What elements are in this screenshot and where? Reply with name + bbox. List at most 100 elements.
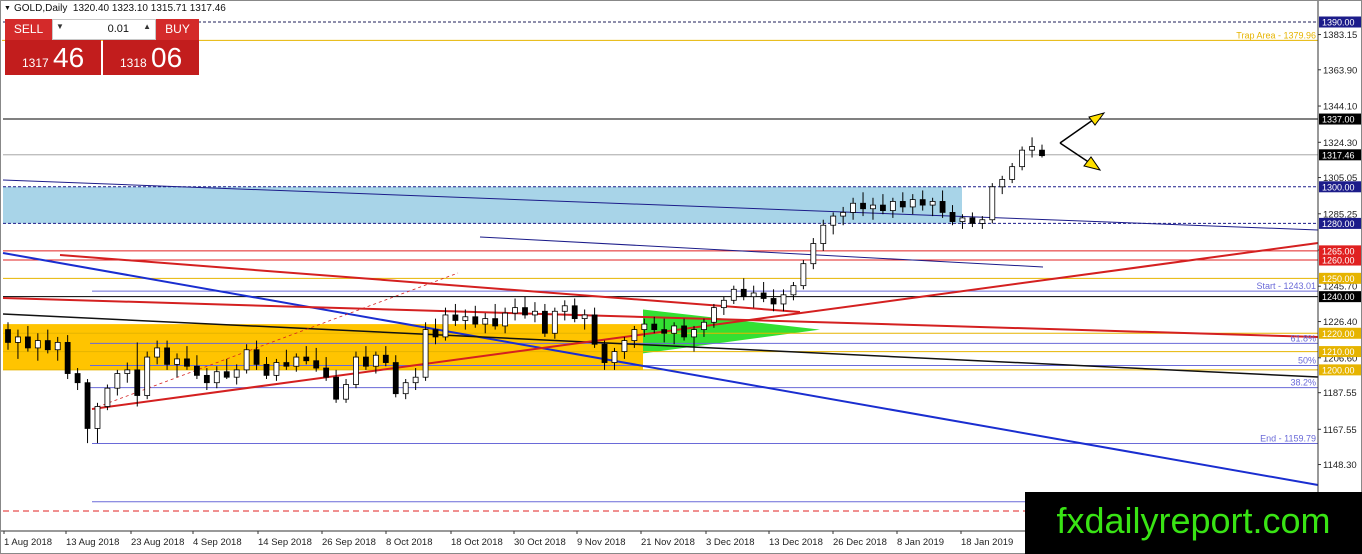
candle-body: [164, 347, 170, 365]
candle-body: [363, 356, 369, 367]
annotation-label: 50%: [1298, 355, 1316, 365]
candle-body: [273, 362, 280, 376]
candle-body: [1039, 149, 1045, 157]
candle-body: [532, 310, 538, 316]
candle-body: [134, 369, 141, 396]
candle-body: [800, 263, 807, 287]
candle-body: [233, 369, 240, 378]
candle-body: [124, 369, 131, 374]
candle-body: [402, 382, 409, 395]
candle-body: [44, 340, 51, 351]
candle-body: [94, 406, 101, 429]
candle-body: [1029, 146, 1035, 151]
candle-body: [591, 314, 598, 345]
candle-body: [323, 367, 330, 378]
candle-body: [720, 299, 727, 309]
candle-body: [372, 354, 379, 367]
candle-body: [929, 201, 936, 206]
candle-body: [253, 349, 260, 365]
candle-body: [452, 314, 459, 321]
candle-body: [909, 199, 916, 208]
candle-body: [1019, 149, 1026, 168]
arrow-up-small-icon[interactable]: ▲: [143, 22, 151, 31]
candle-body: [621, 340, 628, 352]
chart-canvas[interactable]: 1383.151363.901344.101324.301305.051285.…: [0, 0, 1362, 554]
y-tick-label: 1187.55: [1323, 388, 1357, 399]
candle-body: [223, 371, 230, 378]
candle-body: [561, 305, 568, 312]
candle-body: [303, 356, 310, 362]
y-tick-label: 1383.15: [1323, 30, 1357, 41]
candle-body: [283, 362, 290, 367]
candle-body: [810, 243, 817, 265]
arrow-down-small-icon[interactable]: ▼: [56, 22, 64, 31]
candle-body: [790, 285, 797, 296]
candle-body: [730, 288, 737, 301]
candle-body: [522, 307, 528, 316]
price-tag-label: 1317.46: [1322, 150, 1355, 160]
price-tag-label: 1280.00: [1322, 219, 1355, 229]
x-tick-label: 8 Jan 2019: [897, 537, 944, 548]
sell-price-big: 46: [53, 42, 85, 73]
lines-layer: [2, 21, 1319, 512]
candle-body: [601, 343, 608, 363]
buy-button[interactable]: BUY: [156, 19, 199, 40]
x-tick-label: 26 Dec 2018: [833, 537, 887, 548]
y-tick-label: 1363.90: [1323, 65, 1357, 76]
y-tick-label: 1226.40: [1323, 317, 1357, 328]
x-tick-label: 1 Aug 2018: [4, 537, 52, 548]
candle-body: [64, 342, 71, 374]
candle-body: [174, 358, 180, 365]
annotation-label: 38.2%: [1290, 378, 1316, 388]
x-tick-label: 18 Oct 2018: [451, 537, 503, 548]
x-tick-label: 14 Sep 2018: [258, 537, 312, 548]
lot-size-value[interactable]: 0.01: [79, 23, 129, 35]
candle-body: [184, 358, 190, 367]
candle-body: [432, 329, 439, 338]
annotation-label: End - 1159.79: [1260, 433, 1316, 443]
resistance-zone: [3, 186, 962, 224]
candle-body: [482, 318, 489, 325]
candle-body: [551, 310, 558, 334]
x-tick-label: 13 Dec 2018: [769, 537, 823, 548]
candle-body: [999, 179, 1006, 188]
candle-body: [860, 202, 866, 210]
sell-price-box[interactable]: 1317 46: [5, 40, 101, 75]
candle-body: [541, 310, 548, 334]
buy-price-box[interactable]: 1318 06: [103, 40, 199, 75]
candle-body: [343, 384, 349, 400]
candle-body: [770, 298, 777, 305]
x-tick-label: 30 Oct 2018: [514, 537, 566, 548]
sell-button[interactable]: SELL: [5, 19, 52, 40]
candle-body: [711, 307, 717, 323]
candle-body: [24, 336, 31, 349]
candle-body: [701, 321, 707, 330]
candle-body: [820, 224, 827, 244]
y-tick-label: 1324.30: [1323, 138, 1357, 149]
candle-body: [949, 212, 956, 222]
candle-body: [293, 356, 300, 367]
candle-body: [1009, 166, 1016, 180]
candle-body: [889, 201, 896, 211]
candle-body: [472, 316, 479, 325]
buy-price-small: 1318: [120, 56, 147, 70]
price-tag-label: 1390.00: [1322, 18, 1355, 28]
y-tick-label: 1344.10: [1323, 102, 1357, 113]
candle-body: [203, 374, 210, 384]
frame: [0, 0, 1362, 554]
candle-body: [671, 325, 678, 334]
candle-body: [114, 373, 121, 389]
lot-size-field[interactable]: ▼ 0.01 ▲: [52, 19, 156, 40]
candle-body: [74, 373, 81, 384]
candle-body: [54, 342, 61, 351]
candle-body: [880, 204, 886, 211]
price-tag-label: 1220.00: [1322, 329, 1355, 339]
candle-body: [104, 387, 111, 407]
triangle-down-icon[interactable]: ▼: [4, 5, 11, 12]
candle-body: [840, 212, 847, 217]
candle-body: [154, 347, 161, 358]
candle-body: [422, 329, 429, 378]
candle-body: [850, 202, 856, 213]
watermark-logo: fxdailyreport.com: [1025, 492, 1362, 554]
chart-title: GOLD,Daily 1320.40 1323.10 1315.71 1317.…: [14, 3, 226, 14]
